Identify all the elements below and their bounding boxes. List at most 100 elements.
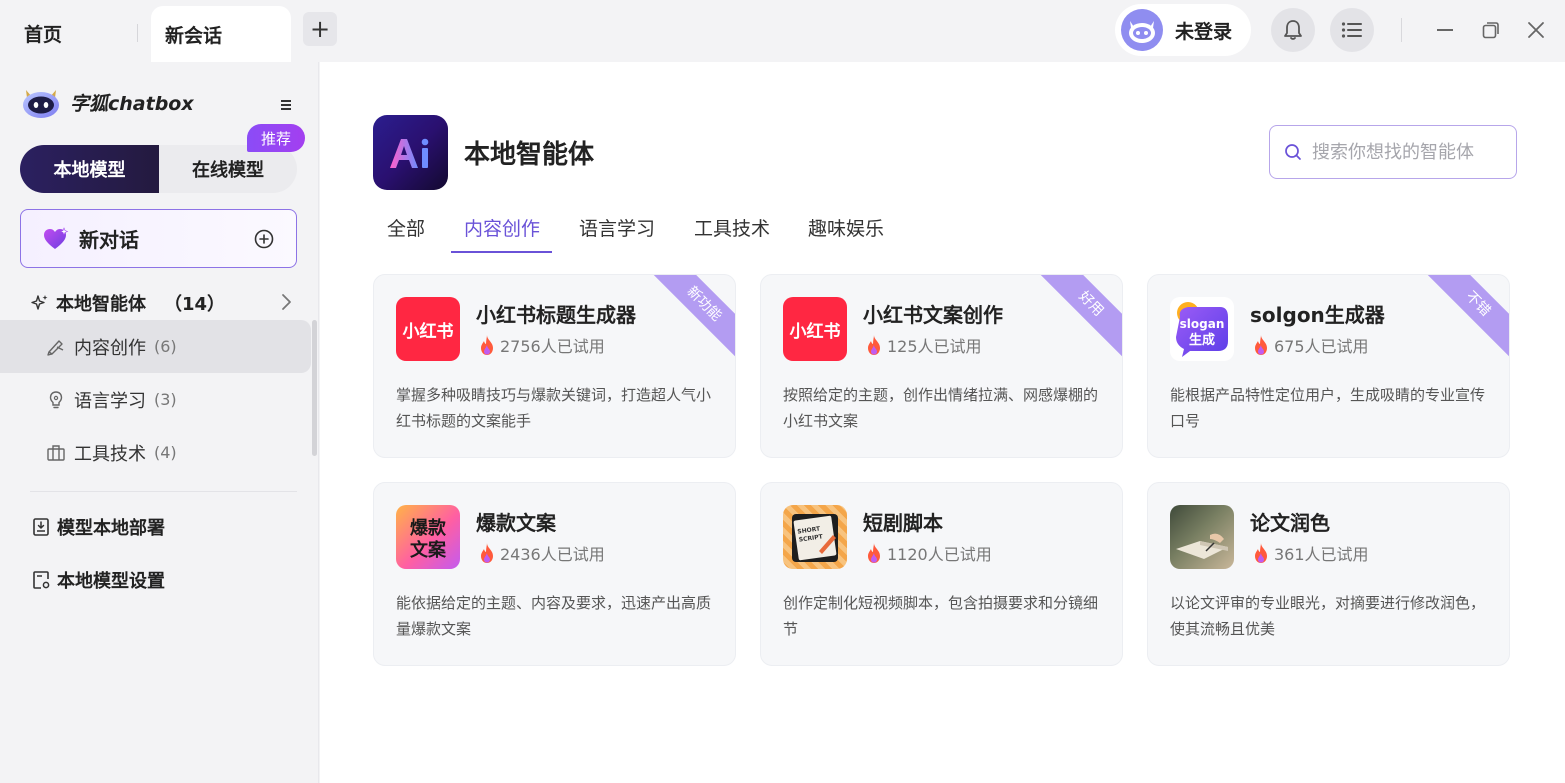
card-usage: 125人已试用	[865, 333, 982, 357]
login-button[interactable]: 未登录	[1115, 4, 1251, 56]
sidebar-item-count: (6)	[154, 337, 177, 356]
tab-fun-entertainment[interactable]: 趣味娱乐	[808, 214, 884, 254]
slogan-bubble-icon: slogan 生成	[1176, 302, 1228, 357]
local-model-settings-link[interactable]: 本地模型设置	[32, 567, 165, 593]
card-title: 论文润色	[1250, 511, 1330, 535]
app-name: 字狐chatbox	[70, 92, 194, 115]
card-ribbon: 好用	[1038, 275, 1122, 357]
agent-card-short-script[interactable]: SHORT SCRIPT 短剧脚本 1120人已试用 创作定制化短视频脚本，包含…	[760, 482, 1123, 666]
model-mode-toggle: 本地模型 在线模型	[20, 145, 297, 193]
local-model-settings-label: 本地模型设置	[57, 571, 165, 592]
restore-icon	[1482, 22, 1499, 39]
card-usage: 2756人已试用	[478, 333, 605, 357]
card-usage: 361人已试用	[1252, 541, 1369, 565]
section-count: （14）	[164, 294, 226, 315]
sidebar-item-count: (3)	[154, 390, 177, 409]
icon-text: 小红书	[789, 321, 841, 342]
new-chat-label: 新对话	[79, 228, 139, 252]
search-icon	[1285, 144, 1301, 160]
svg-text:文案: 文案	[410, 539, 447, 561]
notification-button[interactable]	[1271, 8, 1315, 52]
card-description: 按照给定的主题，创作出情绪拉满、网感爆棚的小红书文案	[783, 386, 1099, 430]
tab-new-session[interactable]: 新会话	[151, 6, 291, 62]
card-description: 创作定制化短视频脚本，包含拍摄要求和分镜细节	[783, 594, 1099, 638]
sidebar-divider	[30, 491, 297, 492]
robot-logo-icon	[23, 90, 59, 118]
sidebar-item-tool-tech[interactable]: 工具技术 (4)	[0, 426, 311, 479]
agent-card-slogan[interactable]: slogan 生成 solgon生成器 675人已试用 能根据产品特性定位用户，…	[1147, 274, 1510, 458]
agent-card-xhs-copy[interactable]: 小红书 小红书文案创作 125人已试用 按照给定的主题，创作出情绪拉满、网感爆棚…	[760, 274, 1123, 458]
local-agents-section-header[interactable]: 本地智能体 （14）	[30, 290, 292, 316]
sidebar-scrollbar[interactable]	[312, 320, 317, 456]
card-title: 小红书文案创作	[863, 303, 1003, 327]
model-deploy-link[interactable]: 模型本地部署	[32, 514, 165, 540]
icon-text: 小红书	[402, 321, 454, 342]
script-icon: SHORT SCRIPT	[783, 505, 847, 569]
lightbulb-icon	[49, 390, 63, 408]
robot-avatar-icon	[1129, 21, 1155, 43]
agent-card-hot-copy[interactable]: 爆款 文案 爆款文案 2436人已试用 能依据给定的主题、内容及要求，迅速产出高…	[373, 482, 736, 666]
tab-divider	[137, 24, 138, 42]
recommend-badge-label: 推荐	[260, 129, 291, 148]
login-label: 未登录	[1175, 20, 1233, 43]
window-controls-divider	[1401, 18, 1402, 42]
tab-new-session-label: 新会话	[165, 24, 223, 47]
flame-icon	[868, 543, 880, 563]
card-usage: 1120人已试用	[865, 541, 992, 565]
sidebar-item-language-learning[interactable]: 语言学习 (3)	[0, 373, 311, 426]
tab-home[interactable]: 首页	[0, 6, 140, 60]
sidebar-item-label: 语言学习	[74, 390, 146, 412]
page-title: 本地智能体	[464, 140, 595, 170]
hot-copy-icon: 爆款 文案	[396, 505, 460, 569]
minimize-icon	[1437, 29, 1453, 31]
restore-button[interactable]	[1476, 15, 1506, 45]
tab-home-label: 首页	[24, 23, 63, 46]
minimize-button[interactable]	[1430, 15, 1460, 45]
sparkle-icon	[31, 295, 48, 310]
sidebar-item-label: 内容创作	[74, 337, 146, 359]
new-chat-button[interactable]: 新对话	[20, 209, 297, 268]
agent-card-paper-polish[interactable]: 论文润色 361人已试用 以论文评审的专业眼光，对摘要进行修改润色，使其流畅且优…	[1147, 482, 1510, 666]
card-title: solgon生成器	[1250, 303, 1385, 327]
tab-content-creation[interactable]: 内容创作	[464, 214, 540, 254]
tab-all[interactable]: 全部	[387, 214, 425, 254]
writing-photo-icon	[1170, 505, 1234, 569]
xiaohongshu-icon: 小红书	[396, 297, 460, 361]
slogan-icon: slogan 生成	[1170, 297, 1234, 361]
toolbox-icon	[47, 444, 65, 461]
usage-text: 2756人已试用	[500, 337, 605, 356]
hot-copy-text-icon: 爆款 文案	[410, 517, 447, 561]
recommend-badge: 推荐	[247, 124, 305, 152]
sidebar-menu-button[interactable]	[279, 96, 293, 115]
online-model-tab[interactable]: 在线模型	[159, 145, 297, 193]
ai-logo-icon	[389, 138, 428, 168]
add-tab-button[interactable]: +	[303, 12, 337, 46]
close-button[interactable]	[1521, 15, 1551, 45]
usage-text: 361人已试用	[1274, 545, 1369, 564]
ai-logo	[373, 115, 448, 190]
plus-icon: +	[309, 15, 331, 43]
sidebar-item-content-creation[interactable]: 内容创作 (6)	[0, 320, 311, 373]
local-model-label: 本地模型	[53, 160, 126, 181]
tab-language-learning[interactable]: 语言学习	[579, 214, 655, 254]
search-input[interactable]	[1312, 141, 1502, 163]
card-ribbon: 不错	[1425, 275, 1509, 357]
svg-text:爆款: 爆款	[410, 517, 447, 539]
list-icon	[1341, 22, 1362, 38]
section-title: 本地智能体	[56, 294, 146, 315]
tab-tool-tech[interactable]: 工具技术	[694, 214, 770, 254]
card-ribbon: 新功能	[651, 275, 735, 357]
agent-search-box[interactable]	[1269, 125, 1517, 179]
script-board-icon: SHORT SCRIPT	[792, 514, 838, 562]
close-icon	[1528, 22, 1544, 38]
card-description: 掌握多种吸睛技巧与爆款关键词，打造超人气小红书标题的文案能手	[396, 386, 712, 430]
sidebar: 字狐chatbox 本地模型 在线模型 推荐 新对话 本地智能体 （14） 内容…	[0, 62, 319, 783]
card-title: 小红书标题生成器	[476, 303, 636, 327]
svg-text:生成: 生成	[1189, 332, 1215, 348]
menu-list-button[interactable]	[1330, 8, 1374, 52]
agent-card-xhs-title[interactable]: 小红书 小红书标题生成器 2756人已试用 掌握多种吸睛技巧与爆款关键词，打造超…	[373, 274, 736, 458]
usage-text: 2436人已试用	[500, 545, 605, 564]
sidebar-item-count: (4)	[154, 443, 177, 462]
local-model-tab[interactable]: 本地模型	[20, 145, 159, 193]
card-description: 能根据产品特性定位用户，生成吸睛的专业宣传口号	[1170, 386, 1486, 430]
